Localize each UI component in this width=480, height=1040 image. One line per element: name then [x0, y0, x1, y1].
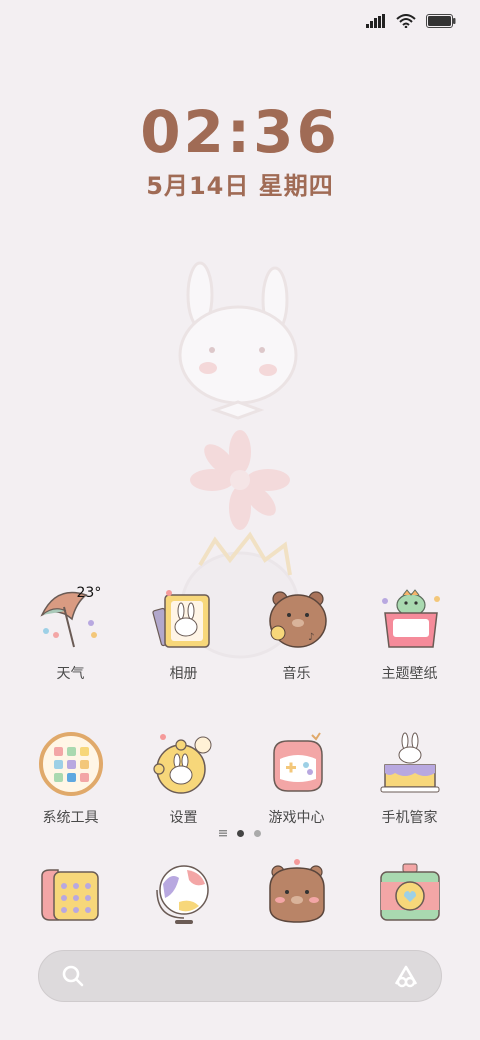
app-settings[interactable]: 设置 — [134, 729, 234, 827]
status-bar — [366, 10, 456, 32]
messages-bear-icon — [268, 859, 325, 923]
system-tools-icon — [38, 732, 103, 796]
app-label: 游戏中心 — [268, 810, 325, 826]
search-bar[interactable] — [38, 950, 442, 1002]
dock-phone[interactable] — [21, 858, 121, 928]
app-weather[interactable]: 23° 天气 — [21, 585, 121, 683]
phone-dialer-icon — [40, 869, 99, 921]
app-label: 主题壁纸 — [381, 666, 438, 682]
camera-icon — [379, 863, 440, 921]
app-label: 系统工具 — [42, 810, 99, 826]
phone-manager-cake-icon — [380, 732, 439, 793]
wifi-icon — [396, 14, 416, 28]
app-game-center[interactable]: 游戏中心 — [247, 729, 347, 827]
dock-camera[interactable] — [360, 858, 460, 928]
game-controller-icon — [272, 732, 323, 792]
app-label: 相册 — [169, 666, 198, 682]
settings-bunny-icon — [152, 734, 211, 794]
page-dot-active — [237, 829, 244, 837]
clock-time: 02:36 — [140, 98, 340, 166]
app-row-2: 系统工具 设置 游戏中心 手机管家 — [0, 729, 480, 827]
app-phone-manager[interactable]: 手机管家 — [360, 729, 460, 827]
dock — [0, 858, 480, 928]
signal-icon — [366, 14, 385, 28]
browser-globe-icon — [155, 865, 209, 924]
lock-clock[interactable]: 02:36 5月14日 星期四 — [0, 100, 480, 201]
clock-date: 5月14日 星期四 — [146, 172, 334, 200]
theme-dino-icon — [381, 589, 440, 648]
app-label: 天气 — [56, 666, 85, 682]
dock-browser[interactable] — [134, 858, 234, 928]
gallery-bunny-icon — [151, 590, 210, 648]
dock-messages[interactable] — [247, 858, 347, 928]
app-label: 设置 — [169, 810, 198, 826]
app-grid: 23° 天气 相册 ♪ 音乐 主题壁纸 系统工具 设置 游戏中心 手机管家 — [0, 585, 480, 827]
search-icon[interactable] — [61, 964, 85, 988]
menu-lines-icon — [219, 830, 227, 837]
app-themes[interactable]: 主题壁纸 — [360, 585, 460, 683]
app-system-tools[interactable]: 系统工具 — [21, 729, 121, 827]
battery-icon — [426, 14, 456, 28]
app-label: 手机管家 — [381, 810, 438, 826]
svg-text:♪: ♪ — [308, 632, 314, 643]
music-bear-icon: ♪ — [268, 591, 327, 648]
page-dot — [254, 829, 261, 837]
app-gallery[interactable]: 相册 — [134, 585, 234, 683]
app-label: 音乐 — [282, 666, 311, 682]
assistant-icon[interactable] — [393, 964, 419, 988]
weather-temp: 23° — [76, 585, 102, 601]
page-indicator[interactable] — [0, 829, 480, 837]
app-music[interactable]: ♪ 音乐 — [247, 585, 347, 683]
app-row-1: 23° 天气 相册 ♪ 音乐 主题壁纸 — [0, 585, 480, 683]
